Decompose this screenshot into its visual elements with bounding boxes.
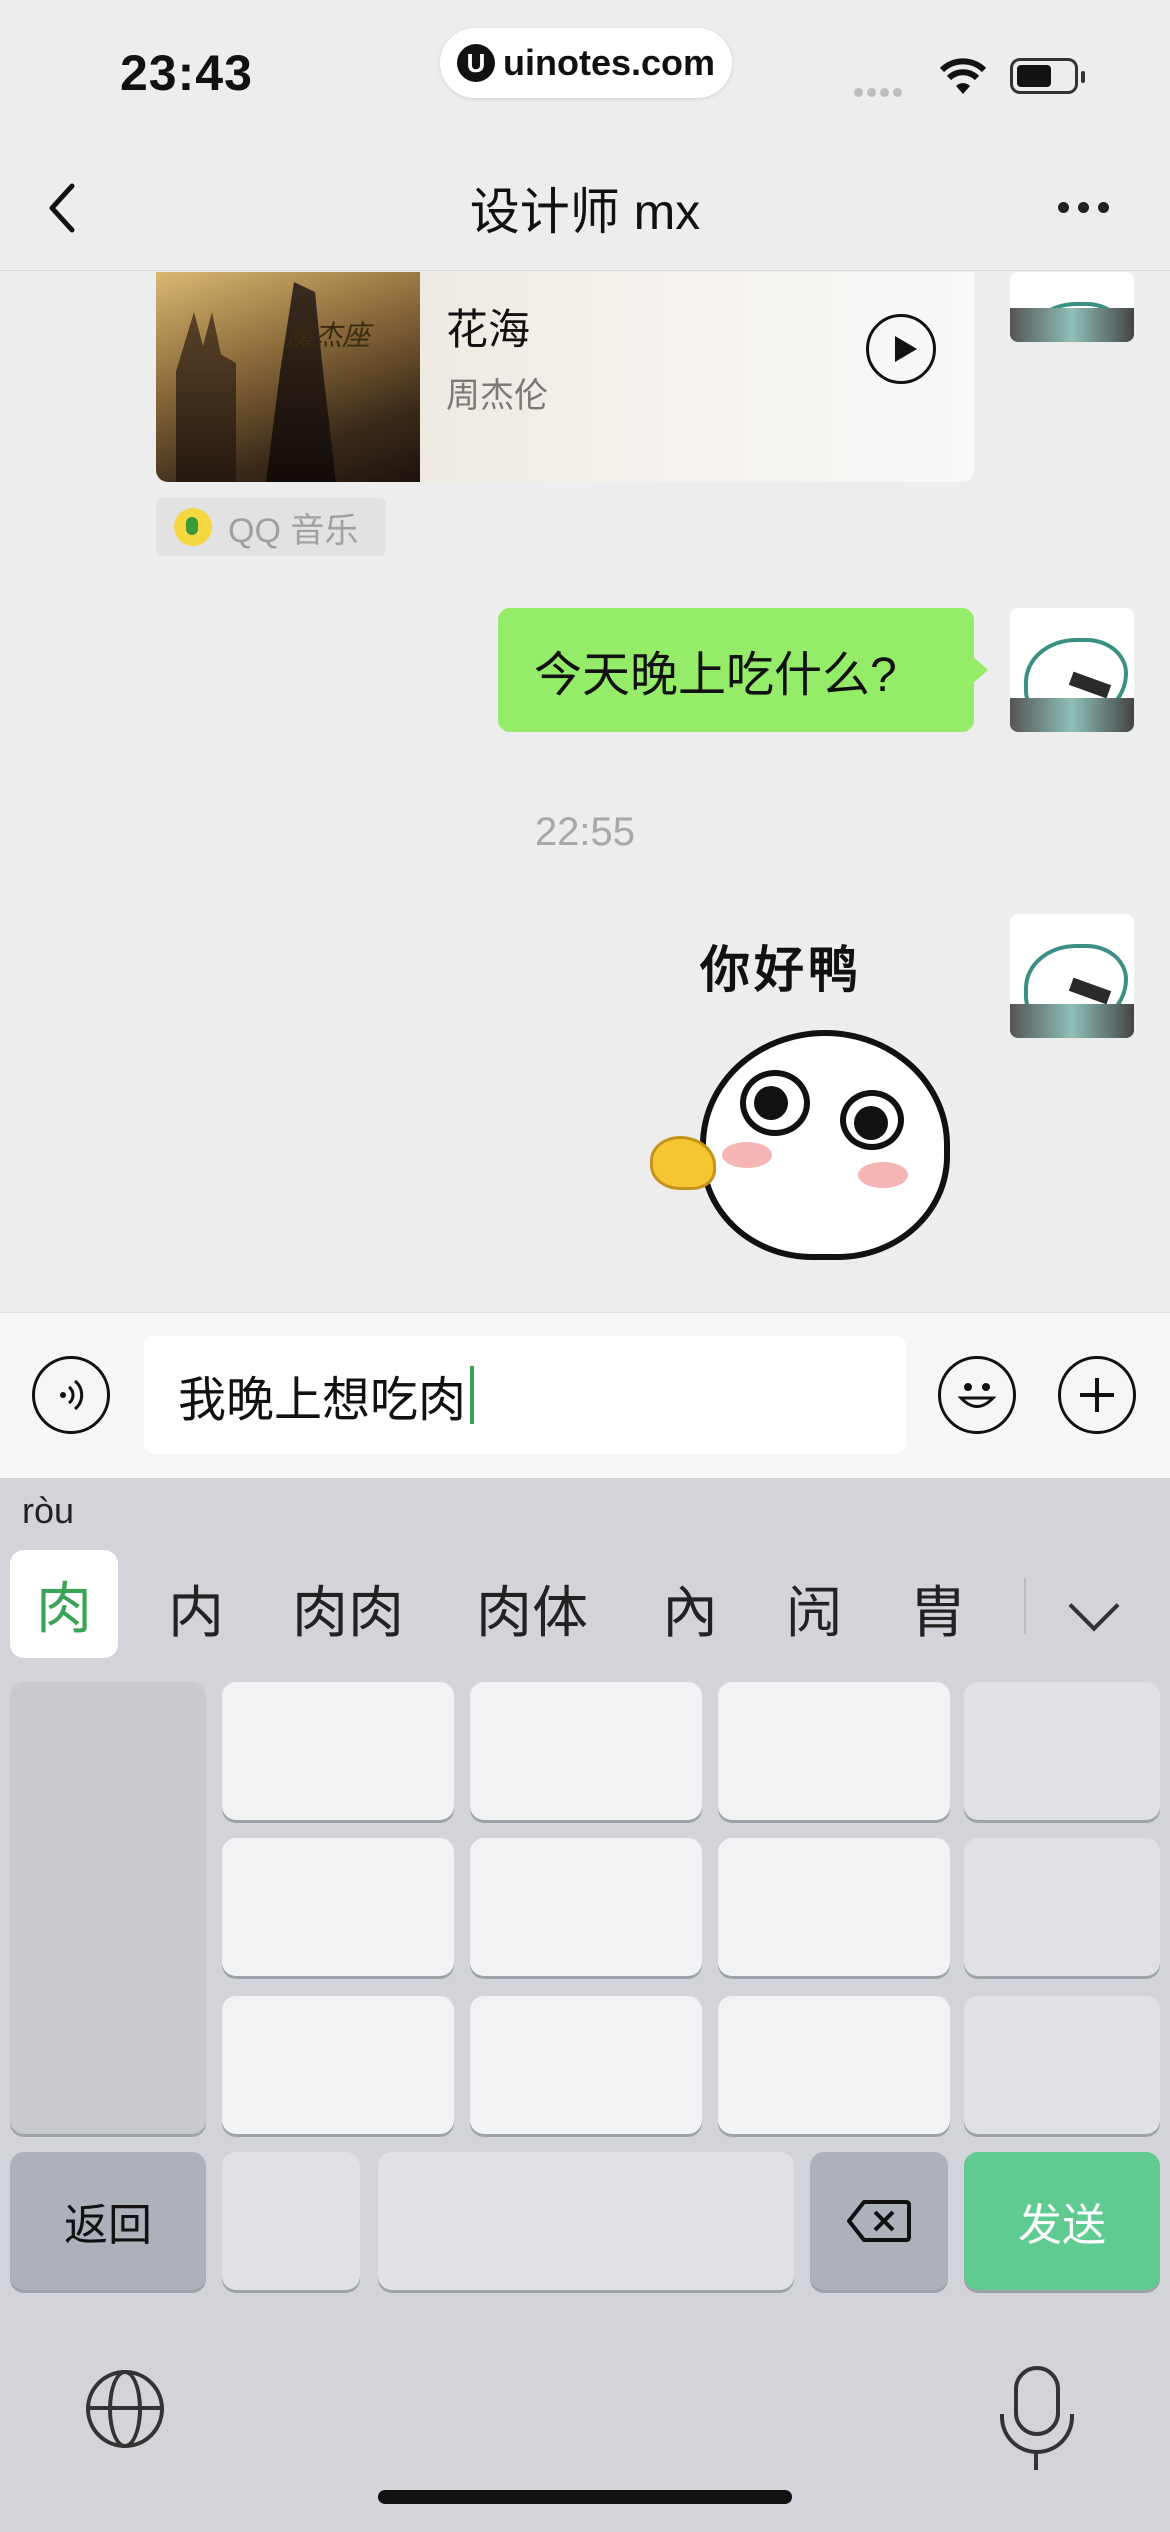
- song-artist: 周杰伦: [446, 377, 548, 415]
- avatar[interactable]: [1010, 914, 1134, 1038]
- keyboard-key[interactable]: [964, 1682, 1160, 1820]
- candidate-divider: [1024, 1578, 1026, 1634]
- status-time: 23:43: [120, 45, 253, 101]
- return-key[interactable]: 返回: [10, 2152, 206, 2290]
- keyboard-key[interactable]: [222, 1682, 454, 1820]
- send-button[interactable]: 发送: [964, 2152, 1160, 2290]
- avatar[interactable]: [1010, 272, 1134, 342]
- backspace-key[interactable]: [810, 2152, 948, 2290]
- microphone-base: [1034, 2452, 1038, 2470]
- sticker-text: 你好鸭: [700, 942, 862, 998]
- candidate[interactable]: 肉体: [476, 1568, 588, 1649]
- candidate[interactable]: 肉肉: [292, 1568, 404, 1649]
- nav-divider: [0, 270, 1170, 271]
- backspace-icon: [847, 2200, 911, 2242]
- candidate[interactable]: 闶: [786, 1568, 842, 1649]
- message-input[interactable]: 我晚上想吃肉: [144, 1336, 906, 1454]
- message-timestamp: 22:55: [534, 810, 636, 854]
- space-key[interactable]: [378, 2152, 794, 2290]
- candidate[interactable]: 内: [168, 1568, 224, 1649]
- pinyin-composition: ròu: [22, 1490, 75, 1531]
- keyboard-key[interactable]: [470, 1682, 702, 1820]
- keyboard-key[interactable]: [718, 1838, 950, 1976]
- candidate-selected[interactable]: 肉: [10, 1550, 118, 1658]
- chat-title: 设计师 mx: [469, 184, 701, 240]
- url-text: uinotes.com: [502, 42, 716, 83]
- message-input-value: 我晚上想吃肉: [178, 1374, 467, 1427]
- keyboard-key[interactable]: [718, 1682, 950, 1820]
- more-options-icon[interactable]: [1058, 200, 1118, 218]
- keyboard-key[interactable]: [222, 1838, 454, 1976]
- music-source-tag[interactable]: QQ 音乐: [156, 498, 386, 556]
- candidate[interactable]: 胄: [910, 1568, 966, 1649]
- message-bubble[interactable]: 今天晚上吃什么?: [498, 608, 988, 732]
- keyboard-key[interactable]: [964, 1838, 1160, 1976]
- qq-music-icon: [174, 508, 212, 546]
- keyboard-key[interactable]: [964, 1996, 1160, 2134]
- site-logo-icon: U: [456, 44, 495, 82]
- music-source-label: QQ 音乐: [228, 511, 359, 550]
- album-cover-image: 魔杰座: [156, 272, 420, 482]
- cellular-signal-icon: [854, 84, 906, 102]
- keyboard-key[interactable]: [470, 1838, 702, 1976]
- avatar[interactable]: [1010, 608, 1134, 732]
- sticker-message[interactable]: 你好鸭: [640, 930, 980, 1260]
- battery-icon: [1010, 58, 1085, 94]
- add-icon[interactable]: [1058, 1356, 1136, 1434]
- url-pill: U uinotes.com: [440, 28, 732, 98]
- keyboard-side-key[interactable]: [10, 1682, 206, 2134]
- music-share-card[interactable]: 魔杰座: [156, 272, 974, 482]
- keyboard-key[interactable]: [222, 1996, 454, 2134]
- voice-input-icon[interactable]: [32, 1356, 110, 1434]
- text-caret: [470, 1366, 475, 1424]
- play-icon[interactable]: [866, 314, 936, 384]
- message-text: 今天晚上吃什么?: [534, 649, 897, 702]
- keyboard-key[interactable]: [718, 1996, 950, 2134]
- emoji-icon[interactable]: [938, 1356, 1016, 1434]
- wifi-icon: [939, 58, 987, 94]
- keyboard-key[interactable]: [470, 1996, 702, 2134]
- song-title: 花海: [446, 306, 531, 353]
- home-indicator[interactable]: [378, 2490, 792, 2504]
- keyboard-key[interactable]: [222, 2152, 360, 2290]
- candidate[interactable]: 內: [662, 1568, 718, 1649]
- globe-icon[interactable]: [86, 2370, 164, 2448]
